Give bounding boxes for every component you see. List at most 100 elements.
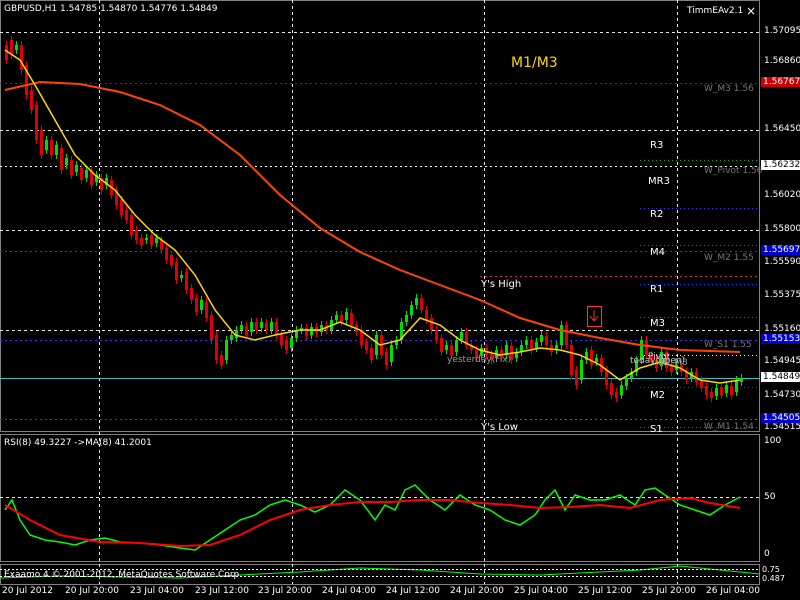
time-tick: 25 Jul 12:00	[578, 586, 632, 596]
pivot-level-r2: R2	[650, 209, 664, 220]
candle-body	[595, 358, 598, 362]
candle-body	[85, 170, 88, 178]
candle-body	[270, 322, 273, 330]
candle-body	[125, 210, 128, 220]
candle-body	[30, 90, 33, 110]
candle-body	[350, 313, 353, 325]
candle-body	[410, 305, 413, 315]
candle-body	[610, 383, 613, 395]
candle-body	[540, 335, 543, 342]
candle-body	[240, 325, 243, 330]
candle-body	[130, 215, 133, 235]
candle-body	[455, 340, 458, 352]
candle-body	[625, 378, 628, 386]
candle-body	[405, 315, 408, 322]
candle-body	[720, 388, 723, 395]
candle-body	[265, 323, 268, 330]
candle-body	[420, 298, 423, 310]
candle-body	[135, 230, 138, 240]
pivot-level-r1: R1	[650, 284, 664, 295]
time-tick: 25 Jul 04:00	[514, 586, 568, 596]
candle-body	[80, 168, 83, 180]
pivot-level-r3: R3	[650, 140, 664, 151]
candle-body	[195, 298, 198, 312]
candle-body	[335, 315, 338, 320]
lower-tick-1: 0.75	[762, 565, 780, 574]
candle-body	[235, 330, 238, 338]
price-tag: 1.55697	[761, 245, 800, 255]
price-tag: 1.54505	[761, 413, 800, 423]
weekly-level: W_M2 1.55	[704, 253, 754, 263]
weekly-level: W_S1 1.55	[704, 340, 752, 350]
candle-body	[590, 350, 593, 365]
candle-body	[220, 355, 223, 365]
time-tick: 23 Jul 12:00	[195, 586, 249, 596]
price-tick: 1.54945	[764, 356, 800, 366]
m1-m3-label: M1,M3	[658, 358, 688, 368]
candle-body	[565, 325, 568, 345]
candle-body	[430, 318, 433, 330]
ys-high-label: Y's High	[481, 279, 522, 290]
candle-body	[730, 386, 733, 395]
candle-body	[560, 325, 563, 345]
candle-body	[250, 322, 253, 332]
candle-body	[180, 275, 183, 278]
pivot-level-mr3: MR3	[648, 176, 670, 187]
candle-body	[200, 300, 203, 310]
candle-body	[170, 255, 173, 265]
candle-body	[450, 345, 453, 355]
weekly-level: W_Pivot 1.56	[704, 166, 763, 176]
copyright-text: Exaamo.4 © 2001-2012, MetaQuotes Softwar…	[4, 570, 243, 580]
candle-body	[65, 158, 68, 165]
time-tick: 23 Jul 20:00	[258, 586, 312, 596]
candle-body	[290, 338, 293, 348]
candle-body	[700, 380, 703, 388]
price-chart-area[interactable]	[0, 0, 800, 600]
candle-body	[275, 322, 278, 335]
close-icon[interactable]: ×	[746, 4, 756, 18]
candle-body	[280, 333, 283, 345]
candle-body	[140, 238, 143, 245]
candle-body	[340, 315, 343, 322]
price-tag: 1.56767	[761, 77, 800, 87]
candle-body	[165, 248, 168, 260]
candle-body	[440, 338, 443, 352]
rsi-tick-0: 0	[764, 549, 770, 559]
candle-body	[120, 200, 123, 215]
candle-body	[305, 328, 308, 336]
rsi-line	[4, 484, 741, 551]
candle-body	[460, 332, 463, 340]
rsi-ma-line	[4, 496, 741, 548]
candle-body	[190, 288, 193, 300]
candle-body	[205, 302, 208, 318]
pivot-level-s1: S1	[650, 424, 663, 435]
time-tick: 25 Jul 20:00	[642, 586, 696, 596]
rsi-label: RSI(8) 49.3227 ->MA(8) 41.2001	[4, 438, 152, 448]
candle-body	[710, 392, 713, 398]
candle-body	[70, 160, 73, 175]
symbol-info: GBPUSD,H1 1.54785 1.54870 1.54776 1.5484…	[4, 4, 218, 14]
time-tick: 23 Jul 04:00	[130, 586, 184, 596]
candle-body	[285, 340, 288, 350]
candle-body	[75, 165, 78, 172]
candle-body	[435, 330, 438, 340]
candle-body	[715, 388, 718, 396]
candle-body	[530, 340, 533, 350]
price-tick: 1.56450	[764, 124, 800, 134]
price-tick: 1.55160	[764, 324, 800, 334]
candle-body	[230, 335, 233, 340]
level-lines	[0, 83, 760, 428]
candle-body	[185, 272, 188, 290]
candle-body	[45, 140, 48, 150]
lower-tick-2: 0.487	[762, 574, 785, 583]
candle-body	[50, 140, 53, 155]
rsi-tick-100: 100	[764, 436, 782, 446]
candle-body	[725, 385, 728, 393]
candle-body	[370, 348, 373, 360]
center-label: M1/M3	[511, 55, 558, 71]
horizontal-grid	[0, 32, 760, 498]
price-tick: 1.57095	[764, 26, 800, 36]
candle-body	[35, 105, 38, 140]
candle-body	[255, 322, 258, 330]
price-tick: 1.54515	[764, 422, 800, 432]
